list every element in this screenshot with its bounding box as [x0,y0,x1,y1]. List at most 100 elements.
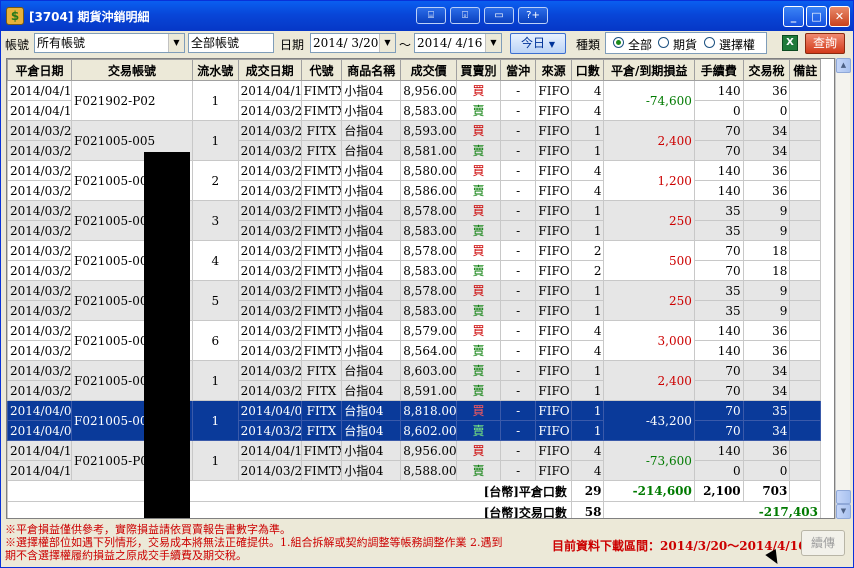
code-cell: FIMTX [300,220,343,241]
kind-radio-all[interactable] [613,37,624,48]
account-name-field[interactable]: 全部帳號 [188,33,274,53]
code-cell: FIMTX [300,460,343,481]
tax-cell: 9 [742,200,791,221]
chevron-down-icon[interactable]: ▼ [168,34,184,52]
quantity-cell: 4 [570,460,605,481]
table-row[interactable]: 2014/03/24F021005-00512014/03/24FITX台指04… [7,360,821,401]
price-cell: 8,581.00 [400,140,458,161]
column-header[interactable]: 買賣別 [456,59,501,81]
fee-cell: 0 [693,460,744,481]
price-cell: 8,578.00 [400,200,458,221]
fee-cell: 35 [693,200,744,221]
close-date-cell: 2014/03/20 [7,180,73,201]
price-cell: 8,586.00 [400,180,458,201]
close-date-cell: 2014/04/16 [7,440,73,461]
scrollbar-thumb[interactable] [836,490,851,504]
note-cell [789,160,821,181]
close-icon[interactable]: ✕ [829,6,850,27]
trade-date-cell: 2014/03/20 [237,200,302,221]
price-cell: 8,818.00 [400,400,458,421]
table-row[interactable]: 2014/04/16F021005-P0512014/04/16FIMTX小指0… [7,440,821,481]
scroll-up-icon[interactable]: ▲ [836,58,851,73]
column-header[interactable]: 成交日期 [237,59,302,81]
title-bar[interactable]: $ [3704] 期貨沖銷明細 ⌸ ⌻ ▭ ?+ _ □ ✕ [1,1,853,31]
sequence-cell: 1 [191,120,239,161]
column-header[interactable]: 商品名稱 [341,59,402,81]
column-header[interactable]: 口數 [570,59,605,81]
tax-cell: 0 [742,460,791,481]
product-name-cell: 台指04 [341,400,402,421]
table-row[interactable]: 2014/03/20F021005-00562014/03/20FIMTX小指0… [7,320,821,361]
column-header[interactable]: 代號 [300,59,343,81]
kind-radio-futures[interactable] [658,37,669,48]
product-name-cell: 小指04 [341,180,402,201]
date-from-picker[interactable]: 2014/ 3/20 ▼ [310,33,396,53]
price-cell: 8,583.00 [400,100,458,121]
table-row[interactable]: 2014/04/16F021902-P0212014/04/16FIMTX小指0… [7,80,821,121]
side-cell: 賣 [456,460,501,481]
product-name-cell: 小指04 [341,100,402,121]
daytrade-cell: - [499,460,537,481]
column-header[interactable]: 平倉日期 [7,59,73,81]
trade-date-cell: 2014/04/16 [237,80,302,101]
layout-icon[interactable]: ⌸ [416,7,446,24]
tax-cell: 9 [742,300,791,321]
quantity-cell: 1 [570,400,605,421]
scroll-down-icon[interactable]: ▼ [836,504,851,519]
table-row[interactable]: 2014/04/01F021005-00512014/04/01FITX台指04… [7,400,821,441]
query-button[interactable]: 查詢 [805,33,845,54]
column-header[interactable]: 平倉/到期損益 [603,59,695,81]
date-to-value: 2014/ 4/16 [417,36,483,50]
window-icon[interactable]: ⌻ [450,7,480,24]
minimize-icon[interactable]: _ [783,6,804,27]
column-header[interactable]: 流水號 [191,59,239,81]
note-cell [789,140,821,161]
source-cell: FIFO [535,220,572,241]
code-cell: FIMTX [300,320,343,341]
tax-cell: 35 [742,400,791,421]
kind-radio-options[interactable] [704,37,715,48]
tax-cell: 34 [742,140,791,161]
today-button[interactable]: 今日 ▼ [510,33,566,54]
note-cell [789,240,821,261]
side-cell: 賣 [456,220,501,241]
column-header[interactable]: 交易帳號 [71,59,193,81]
code-cell: FITX [300,140,343,161]
expand-icon[interactable]: ▭ [484,7,514,24]
excel-icon[interactable]: X [782,35,798,51]
column-header[interactable]: 成交價 [400,59,458,81]
table-row[interactable]: 2014/03/20F021005-00532014/03/20FIMTX小指0… [7,200,821,241]
table-row[interactable]: 2014/03/20F021005-00512014/03/20FITX台指04… [7,120,821,161]
daytrade-cell: - [499,100,537,121]
date-to-picker[interactable]: 2014/ 4/16 ▼ [414,33,502,53]
tax-cell: 36 [742,340,791,361]
maximize-icon[interactable]: □ [806,6,827,27]
note-cell [789,280,821,301]
quantity-cell: 4 [570,100,605,121]
chevron-down-icon[interactable]: ▼ [485,34,501,52]
chevron-down-icon[interactable]: ▼ [379,34,395,52]
account-select[interactable]: 所有帳號 ▼ [34,33,185,53]
column-header[interactable]: 來源 [535,59,572,81]
sequence-cell: 1 [191,80,239,121]
vertical-scrollbar[interactable]: ▲ ▼ [835,58,851,519]
kind-radio-group: 全部 期貨 選擇權 [605,32,767,54]
results-grid[interactable]: 平倉日期 交易帳號 流水號 成交日期 代號 商品名稱 成交價 買賣別 當沖 來源 口數 平倉/到期損益… [6,58,835,519]
side-cell: 買 [456,320,501,341]
side-cell: 賣 [456,340,501,361]
fee-cell: 140 [693,440,744,461]
help-icon[interactable]: ?+ [518,7,548,24]
column-header[interactable]: 當沖 [499,59,537,81]
table-row[interactable]: 2014/03/20F021005-00552014/03/20FIMTX小指0… [7,280,821,321]
kind-option-options[interactable]: 選擇權 [719,36,755,53]
continue-download-button[interactable]: 續傳 [801,530,845,556]
table-row[interactable]: 2014/03/20F021005-00542014/03/20FIMTX小指0… [7,240,821,281]
pnl-cell: 2,400 [603,120,695,161]
column-header[interactable]: 手續費 [693,59,744,81]
column-header[interactable]: 交易稅 [742,59,791,81]
table-row[interactable]: 2014/03/20F021005-00522014/03/20FIMTX小指0… [7,160,821,201]
kind-option-all[interactable]: 全部 [628,36,652,53]
kind-option-futures[interactable]: 期貨 [673,36,697,53]
close-date-cell: 2014/03/20 [7,260,73,281]
column-header[interactable]: 備註 [789,59,821,81]
